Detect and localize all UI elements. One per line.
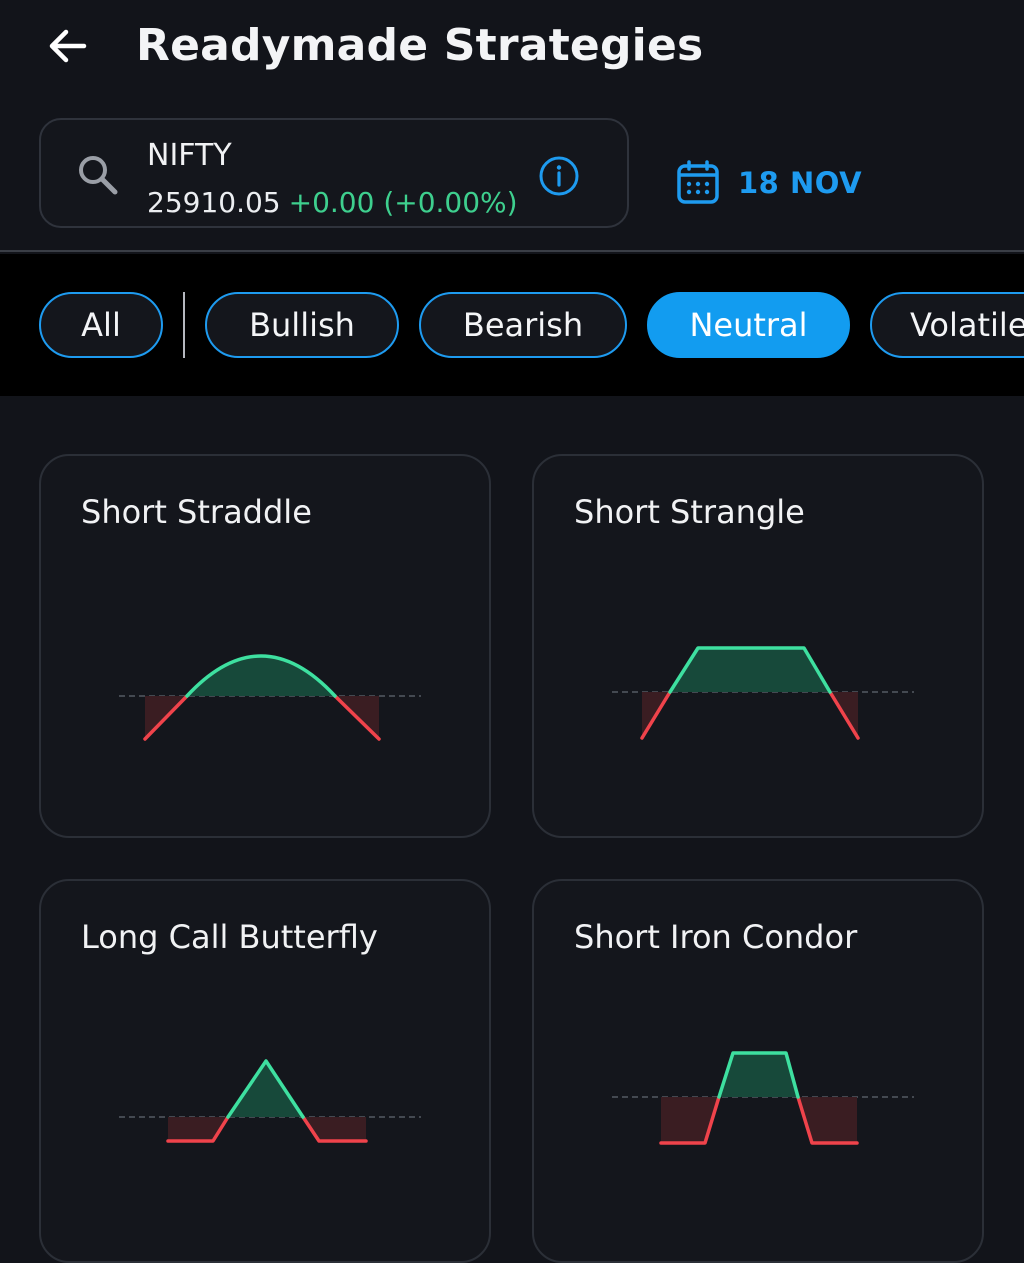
page-title: Readymade Strategies [136, 20, 704, 71]
arrow-left-icon [49, 29, 87, 63]
last-price: 25910.05 [147, 186, 281, 219]
strategy-card-short-strangle[interactable]: Short Strangle [532, 454, 984, 838]
filter-chip-all[interactable]: All [39, 292, 163, 358]
instrument-search-box[interactable]: NIFTY 25910.05 +0.00 (+0.00%) [39, 118, 629, 228]
payoff-diagram [612, 646, 914, 740]
filter-bar: All Bullish Bearish Neutral Volatile [0, 254, 1024, 396]
calendar-icon [677, 160, 719, 204]
filter-chip-bullish[interactable]: Bullish [205, 292, 399, 358]
expiry-date-picker[interactable]: 18 NOV [676, 158, 862, 208]
app-header: Readymade Strategies [0, 0, 1024, 100]
info-icon[interactable] [537, 154, 581, 198]
payoff-diagram [119, 1059, 421, 1143]
payoff-diagram [119, 654, 421, 741]
search-icon [79, 156, 118, 195]
price-change: +0.00 (+0.00%) [288, 186, 518, 219]
filter-chip-bearish[interactable]: Bearish [419, 292, 627, 358]
back-button[interactable] [40, 18, 96, 74]
expiry-date-label: 18 NOV [738, 166, 863, 200]
strategy-grid: Short Straddle Short Strangle Long Call … [0, 396, 1024, 1263]
filter-chip-neutral[interactable]: Neutral [647, 292, 850, 358]
header-divider [0, 250, 1024, 252]
symbol-name: NIFTY [147, 138, 232, 173]
filter-chip-volatile[interactable]: Volatile [870, 292, 1024, 358]
quote-line: 25910.05 +0.00 (+0.00%) [147, 184, 518, 222]
payoff-diagram [612, 1051, 914, 1145]
strategy-card-long-call-butterfly[interactable]: Long Call Butterfly [39, 879, 491, 1263]
strategy-card-short-straddle[interactable]: Short Straddle [39, 454, 491, 838]
chip-separator [183, 292, 185, 358]
strategy-card-short-iron-condor[interactable]: Short Iron Condor [532, 879, 984, 1263]
